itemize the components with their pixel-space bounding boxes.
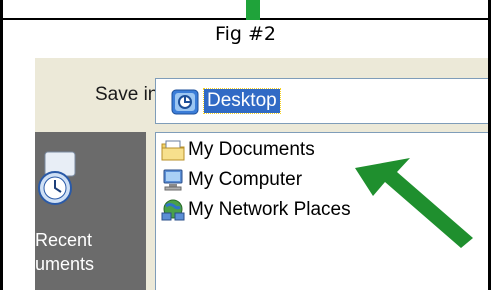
computer-icon xyxy=(163,169,183,191)
figure-caption: Fig #2 xyxy=(215,23,276,45)
list-item-label: My Network Places xyxy=(188,199,351,220)
green-marker xyxy=(246,0,260,20)
list-item-label: My Documents xyxy=(188,139,315,160)
recent-documents-label-line2: uments xyxy=(35,254,95,274)
list-item-label: My Computer xyxy=(188,169,303,190)
save-in-dropdown[interactable]: Desktop xyxy=(155,78,488,124)
folder-docs-icon xyxy=(161,140,185,161)
recent-documents-icon[interactable] xyxy=(37,150,77,208)
save-in-value[interactable]: Desktop xyxy=(203,88,281,114)
list-item-my-computer[interactable]: My Computer xyxy=(160,167,302,193)
recent-documents-label-line1: Recent xyxy=(35,230,93,250)
network-icon xyxy=(161,199,185,221)
places-bar: Recent uments xyxy=(35,132,146,290)
save-in-label: Save in: xyxy=(95,84,164,105)
list-item-my-network-places[interactable]: My Network Places xyxy=(160,197,351,223)
save-dialog: Save in: Desktop Recent uments My Docume… xyxy=(35,58,488,290)
list-item-my-documents[interactable]: My Documents xyxy=(160,137,315,163)
desktop-icon xyxy=(171,89,199,115)
green-arrow-icon xyxy=(355,158,473,248)
